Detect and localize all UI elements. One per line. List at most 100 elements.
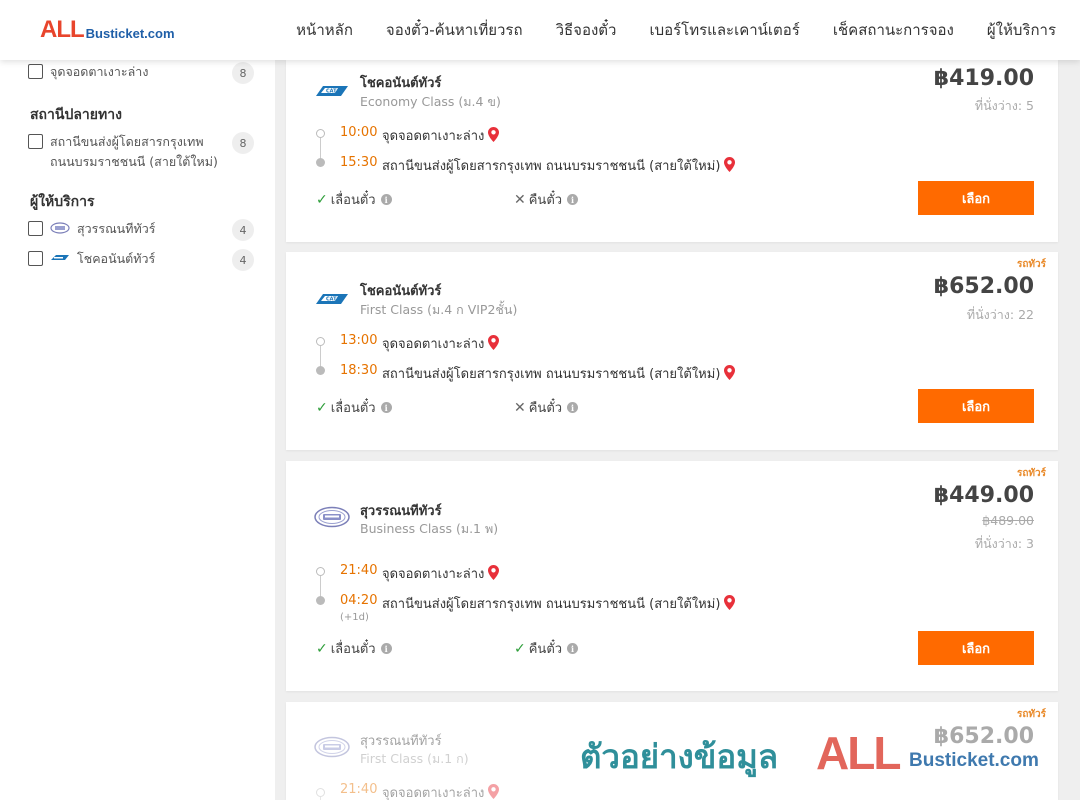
arrival-place-text: สถานีขนส่งผู้โดยสารกรุงเทพ ถนนบรมราชชนนี…: [382, 367, 721, 382]
filter-origin-checkbox[interactable]: [28, 64, 43, 79]
departure-place: จุดจอดตาเงาะล่าง: [382, 125, 500, 146]
filter-operator-label: สุวรรณนทีทัวร์: [77, 221, 156, 236]
seats-available: ที่นั่งว่าง: 3: [974, 536, 1034, 551]
departure-place-text: จุดจอดตาเงาะล่าง: [382, 337, 485, 352]
map-pin-icon[interactable]: [488, 127, 500, 142]
map-pin-icon[interactable]: [488, 565, 500, 580]
map-pin-icon[interactable]: [724, 157, 736, 172]
seat-class: First Class (ม.1 ก): [360, 751, 469, 766]
bus-type-tag: รถทัวร์: [1016, 468, 1046, 479]
change-ticket-policy: ✓ เลื่อนตั๋ว i: [316, 189, 392, 210]
trip-price: ฿652.00: [933, 274, 1034, 299]
info-icon[interactable]: i: [567, 402, 579, 413]
arrival-time: 18:30: [340, 363, 378, 378]
nav-contacts[interactable]: เบอร์โทรและเคาน์เตอร์: [649, 18, 799, 42]
departure-dot: [316, 788, 325, 797]
sample-data-watermark: ตัวอย่างข้อมูล: [580, 737, 779, 776]
filter-operator-checkbox[interactable]: [28, 251, 43, 266]
arrival-dot: [316, 596, 325, 605]
filter-operator-count: 4: [232, 219, 254, 241]
select-trip-button[interactable]: เลือก: [918, 389, 1034, 423]
filter-operator-label: โชคอนันต์ทัวร์: [77, 251, 156, 266]
refund-ticket-policy: ✓ คืนตั๋ว i: [514, 638, 579, 659]
destination-filter-title: สถานีปลายทาง: [30, 107, 122, 123]
departure-dot: [316, 337, 325, 346]
filter-operator-count: 4: [232, 249, 254, 271]
map-pin-icon[interactable]: [488, 335, 500, 350]
arrival-place-text: สถานีขนส่งผู้โดยสารกรุงเทพ ถนนบรมราชชนนี…: [382, 597, 721, 612]
nav-home[interactable]: หน้าหลัก: [296, 18, 353, 42]
departure-place-text: จุดจอดตาเงาะล่าง: [382, 129, 485, 144]
departure-dot: [316, 567, 325, 576]
map-pin-icon[interactable]: [724, 595, 736, 610]
operator-name: สุวรรณนทีทัวร์: [360, 504, 442, 519]
bus-type-tag: รถทัวร์: [1016, 709, 1046, 720]
filter-operator-row[interactable]: สุวรรณนทีทัวร์ 4: [28, 219, 254, 241]
seat-class: First Class (ม.4 ก VIP2ชั้น): [360, 302, 518, 317]
arrival-place-text: สถานีขนส่งผู้โดยสารกรุงเทพ ถนนบรมราชชนนี…: [382, 159, 721, 174]
refund-ticket-label: คืนตั๋ว: [528, 642, 563, 657]
select-trip-button[interactable]: เลือก: [918, 631, 1034, 665]
nav-check-booking[interactable]: เช็คสถานะการจอง: [833, 18, 954, 42]
departure-place: จุดจอดตาเงาะล่าง: [382, 563, 500, 584]
filter-destination-row[interactable]: สถานีขนส่งผู้โดยสารกรุงเทพ ถนนบรมราชชนนี…: [28, 132, 254, 172]
logo-all-text: ALL: [40, 16, 85, 43]
departure-place-text: จุดจอดตาเงาะล่าง: [382, 786, 485, 800]
seats-available: ที่นั่งว่าง: 22: [966, 307, 1034, 322]
arrival-place: สถานีขนส่งผู้โดยสารกรุงเทพ ถนนบรมราชชนนี…: [382, 593, 736, 614]
trip-price: ฿652.00: [933, 724, 1034, 749]
top-header: ALL Busticket.com หน้าหลัก จองตั๋ว-ค้นหา…: [0, 0, 1080, 60]
trip-card: รถทัวร์ CAT โชคอนันต์ทัวร์ First Class (…: [286, 252, 1058, 450]
change-ticket-policy: ✓ เลื่อนตั๋ว i: [316, 397, 392, 418]
chokanan-logo-icon: CAT: [316, 86, 348, 96]
operator-name: สุวรรณนทีทัวร์: [360, 734, 442, 749]
suwannathee-logo-icon: [314, 506, 350, 528]
check-icon: ✓: [316, 399, 328, 416]
filter-origin-row[interactable]: จุดจอดตาเงาะล่าง 8: [28, 62, 254, 84]
map-pin-icon[interactable]: [488, 784, 500, 799]
nav-how-to-book[interactable]: วิธีจองตั๋ว: [556, 18, 617, 42]
operator-name: โชคอนันต์ทัวร์: [360, 284, 442, 299]
change-ticket-label: เลื่อนตั๋ว: [330, 193, 376, 208]
cross-icon: ✕: [514, 399, 526, 416]
original-price: ฿489.00: [982, 513, 1034, 528]
filter-origin-label: จุดจอดตาเงาะล่าง: [50, 64, 149, 79]
filter-operator-checkbox[interactable]: [28, 221, 43, 236]
info-icon[interactable]: i: [567, 643, 579, 654]
check-icon: ✓: [514, 640, 526, 657]
departure-place: จุดจอดตาเงาะล่าง: [382, 782, 500, 800]
chokanan-logo-icon: [51, 255, 69, 260]
chokanan-logo-icon: CAT: [316, 294, 348, 304]
arrival-time: 04:20: [340, 593, 378, 608]
map-pin-icon[interactable]: [724, 365, 736, 380]
seat-class: Economy Class (ม.4 ข): [360, 94, 501, 109]
check-icon: ✓: [316, 640, 328, 657]
filter-origin-count: 8: [232, 62, 254, 84]
seat-class: Business Class (ม.1 พ): [360, 521, 499, 536]
filter-operator-row[interactable]: โชคอนันต์ทัวร์ 4: [28, 249, 254, 271]
cross-icon: ✕: [514, 191, 526, 208]
departure-place: จุดจอดตาเงาะล่าง: [382, 333, 500, 354]
arrival-place: สถานีขนส่งผู้โดยสารกรุงเทพ ถนนบรมราชชนนี…: [382, 363, 736, 384]
bus-type-tag: รถทัวร์: [1016, 259, 1046, 270]
trip-price: ฿419.00: [933, 66, 1034, 91]
filter-sidebar: จุดจอดตาเงาะล่าง 8 สถานีปลายทาง สถานีขนส…: [0, 60, 275, 800]
select-trip-button[interactable]: เลือก: [918, 181, 1034, 215]
watermark-logo-all: ALL: [816, 727, 901, 779]
info-icon[interactable]: i: [380, 194, 392, 205]
departure-time: 13:00: [340, 333, 378, 348]
check-icon: ✓: [316, 191, 328, 208]
info-icon[interactable]: i: [567, 194, 579, 205]
info-icon[interactable]: i: [380, 402, 392, 413]
next-day-indicator: (+1d): [340, 612, 369, 623]
nav-operators[interactable]: ผู้ให้บริการ: [987, 18, 1056, 42]
departure-time: 21:40: [340, 563, 378, 578]
arrival-place: สถานีขนส่งผู้โดยสารกรุงเทพ ถนนบรมราชชนนี…: [382, 155, 736, 176]
info-icon[interactable]: i: [380, 643, 392, 654]
logo-domain-text: Busticket.com: [85, 26, 175, 41]
nav-book-search[interactable]: จองตั๋ว-ค้นหาเที่ยวรถ: [386, 18, 523, 42]
refund-ticket-label: คืนตั๋ว: [528, 193, 563, 208]
site-logo[interactable]: ALL Busticket.com: [40, 18, 175, 42]
filter-destination-checkbox[interactable]: [28, 134, 43, 149]
filter-destination-count: 8: [232, 132, 254, 154]
